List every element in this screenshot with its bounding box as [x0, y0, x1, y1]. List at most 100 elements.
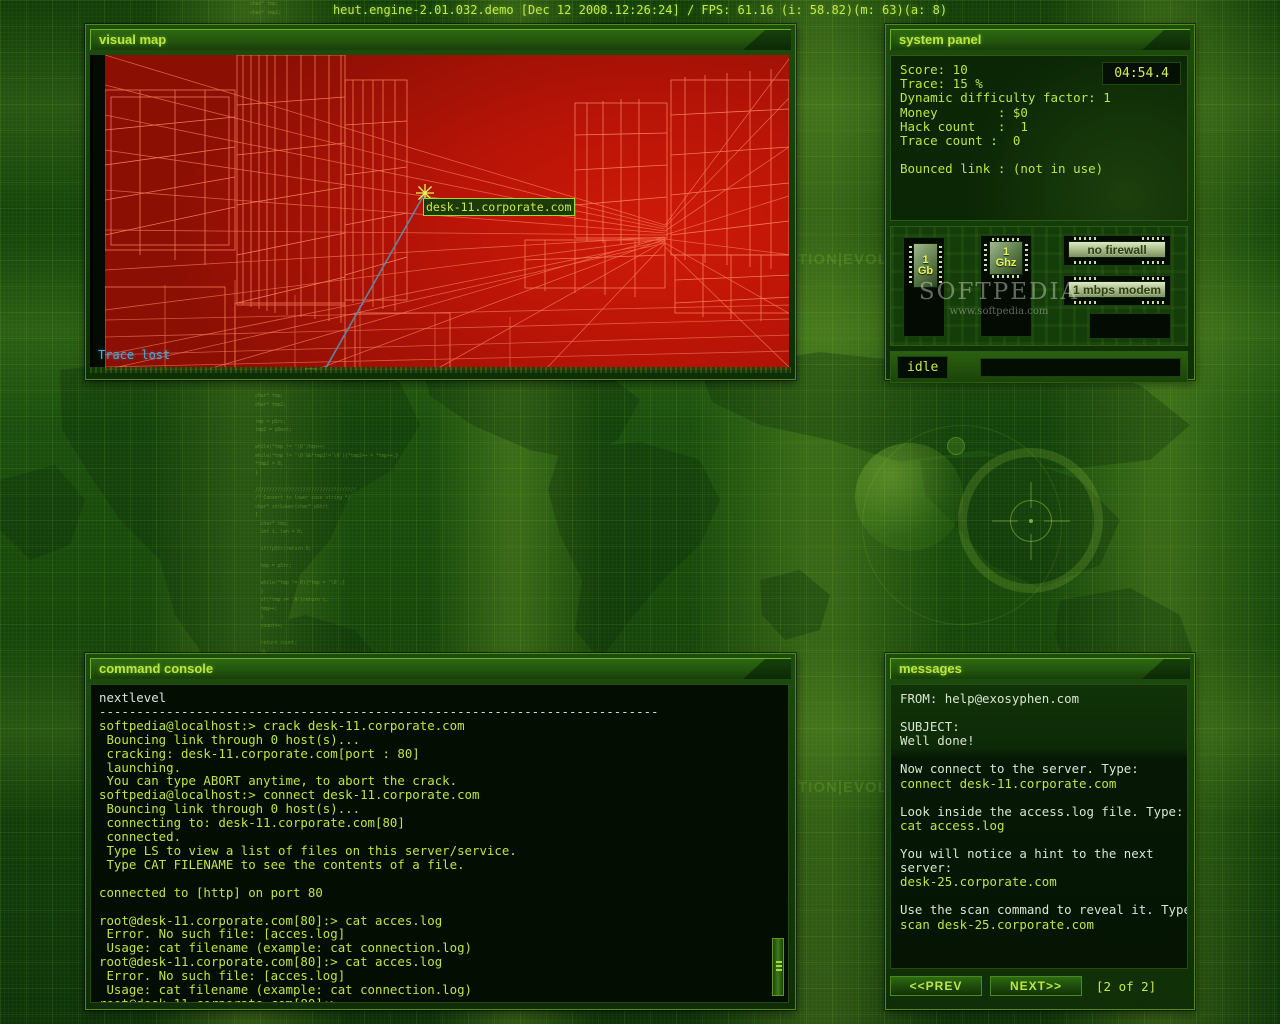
radar-knob	[947, 437, 965, 455]
background-code-left: char* tmp; char* tmp2; tmp = pSrc; tmp2 …	[255, 393, 413, 688]
firewall-pins-br	[1142, 261, 1164, 264]
command-console-titlebar: command console	[90, 658, 791, 679]
modem-pins-tl	[1074, 277, 1096, 280]
console-line: softpedia@localhost:> connect desk-11.co…	[99, 787, 480, 803]
memory-chip-pins-right	[939, 246, 942, 284]
stat-money: Money : $0	[900, 104, 1028, 120]
message-line	[900, 748, 1178, 762]
cpu-chip-pins-bottom	[992, 275, 1020, 278]
message-line: desk-25.corporate.com	[900, 874, 1057, 890]
console-line: root@desk-11.corporate.com[80]:> cat acc…	[99, 954, 443, 970]
cpu-chip-pins-left	[984, 244, 987, 272]
system-panel-titlebar: system panel	[890, 29, 1190, 50]
map-trace-status: Trace lost	[98, 348, 171, 362]
console-line: Error. No such file: [acces.log]	[99, 968, 346, 984]
globe-icon	[855, 443, 963, 551]
firewall-module[interactable]: no firewall	[1068, 241, 1166, 258]
system-status-label: idle	[897, 355, 949, 379]
console-output-area[interactable]: nextlevel -------------------------------…	[90, 684, 789, 1003]
wireframe-city-render[interactable]: desk-11.corporate.com localhost	[105, 55, 789, 370]
console-scrollbar-grip	[776, 961, 782, 973]
empty-slot[interactable]	[1089, 313, 1171, 339]
messages-titlebar: messages	[890, 658, 1190, 679]
system-progress-bar	[980, 357, 1181, 377]
modem-pins-tr	[1142, 277, 1164, 280]
map-footer-strip	[90, 367, 791, 373]
message-line: server:	[900, 860, 953, 876]
stat-hack-count: Hack count : 1	[900, 118, 1028, 134]
console-line: Type LS to view a list of files on this …	[99, 842, 517, 858]
modem-pins-br	[1142, 301, 1164, 304]
cpu-chip[interactable]: 1 Ghz	[989, 241, 1023, 275]
console-line: ----------------------------------------…	[99, 703, 659, 719]
modem-pins-bl	[1074, 301, 1096, 304]
console-line: nextlevel	[99, 690, 167, 705]
memory-chip-pins-left	[909, 246, 912, 284]
system-status-bar: idle	[890, 351, 1188, 383]
command-console-panel: command console nextlevel ---------------…	[85, 653, 796, 1010]
message-line	[900, 833, 1178, 847]
message-line: Look inside the access.log file. Type:	[900, 803, 1184, 819]
message-line: connect desk-11.corporate.com	[900, 775, 1117, 791]
message-line	[900, 706, 1178, 720]
message-line: cat access.log	[900, 817, 1005, 833]
console-line: Bouncing link through 0 host(s)...	[99, 801, 361, 817]
firewall-pins-bl	[1074, 261, 1096, 264]
messages-panel: messages FROM: help@exosyphen.com SUBJEC…	[885, 653, 1195, 1010]
console-line: Bouncing link through 0 host(s)...	[99, 731, 361, 747]
console-line: connected to [http] on port 80	[99, 884, 323, 900]
message-line: Well done!	[900, 733, 975, 749]
firewall-pins-tl	[1074, 237, 1096, 240]
visual-map-panel: visual map desk-11.corporate.com Trace l…	[85, 24, 796, 380]
console-line: You can type ABORT anytime, to abort the…	[99, 773, 458, 789]
console-scrollbar[interactable]	[772, 938, 784, 996]
message-line: You will notice a hint to the next	[900, 846, 1154, 862]
message-line-list: FROM: help@exosyphen.com SUBJECT: Well do…	[900, 691, 1188, 932]
console-line: Usage: cat filename (example: cat connec…	[99, 940, 472, 956]
console-line: connected.	[99, 829, 182, 845]
console-line-list: nextlevel -------------------------------…	[99, 690, 780, 1002]
message-line: Use the scan command to reveal it. Type:	[900, 902, 1188, 918]
engine-status-bar: heut.engine-2.01.032.demo [Dec 12 2008.1…	[0, 0, 1280, 20]
message-line: FROM: help@exosyphen.com	[900, 691, 1080, 706]
memory-chip[interactable]: 1 Gb	[913, 243, 938, 288]
modem-module[interactable]: 1 mbps modem	[1068, 281, 1166, 298]
visual-map-viewport[interactable]: desk-11.corporate.com localhost Trace lo…	[90, 55, 789, 373]
cpu-chip-pins-right	[1025, 244, 1028, 272]
map-node-label-target[interactable]: desk-11.corporate.com	[423, 198, 576, 216]
visual-map-titlebar: visual map	[90, 29, 791, 50]
stat-difficulty: Dynamic difficulty factor: 1	[900, 90, 1111, 106]
stat-trace-count: Trace count : 0	[900, 133, 1021, 149]
message-counter: [2 of 2]	[1096, 978, 1157, 994]
console-line: root@desk-11.corporate.com[80]:> cat acc…	[99, 912, 443, 928]
firewall-pins-tr	[1142, 237, 1164, 240]
command-console-title: command console	[99, 661, 214, 676]
message-line	[900, 791, 1178, 805]
console-line: Usage: cat filename (example: cat connec…	[99, 982, 472, 998]
engine-status-text: heut.engine-2.01.032.demo [Dec 12 2008.1…	[332, 3, 948, 17]
prev-message-button[interactable]: <<PREV	[890, 976, 982, 996]
console-line: launching.	[99, 759, 182, 775]
console-line: cracking: desk-11.corporate.com[port : 8…	[99, 745, 420, 761]
message-line: SUBJECT:	[900, 719, 960, 735]
message-body: FROM: help@exosyphen.com SUBJECT: Well do…	[890, 684, 1188, 969]
system-panel-title: system panel	[899, 32, 982, 47]
message-navigation: <<PREV NEXT>> [2 of 2]	[890, 973, 1188, 999]
message-line: scan desk-25.corporate.com	[900, 916, 1094, 932]
system-stats-box: 04:54.4 Score: 10 Trace: 15 % Dynamic di…	[890, 55, 1188, 221]
messages-title: messages	[899, 661, 962, 676]
console-line: connecting to: desk-11.corporate.com[80]	[99, 815, 405, 831]
visual-map-title: visual map	[99, 32, 167, 47]
stat-spacer	[900, 148, 1187, 162]
message-line: Now connect to the server. Type:	[900, 761, 1139, 777]
hardware-panel: 1 Gb 1 Ghz no firewall 1 mbps modem SOFT…	[890, 226, 1188, 346]
stat-bounced-link: Bounced link : (not in use)	[900, 161, 1104, 177]
message-line	[900, 889, 1178, 903]
next-message-button[interactable]: NEXT>>	[990, 976, 1082, 996]
mission-timer: 04:54.4	[1102, 62, 1181, 85]
crosshair-icon	[992, 482, 1070, 560]
system-panel: system panel 04:54.4 Score: 10 Trace: 15…	[885, 24, 1195, 383]
console-line: Type CAT FILENAME to see the contents of…	[99, 856, 465, 872]
